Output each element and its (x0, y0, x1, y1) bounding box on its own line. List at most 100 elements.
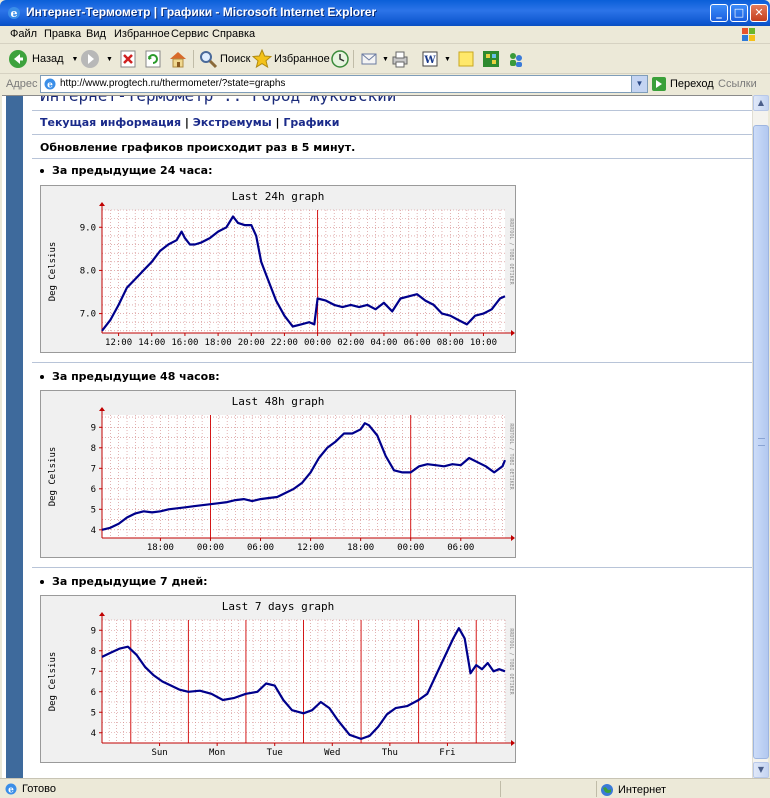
chart-24h-svg: 7.0 8.0 9.0 12:00 14:00 16:00 18:00 20:00 22:00 0… (40, 185, 516, 353)
y-tick-label: 4 (91, 526, 96, 536)
toolbar: Назад ▼ ▼ Поиск Избранное ▼ W ▼ (0, 44, 770, 74)
printer-icon (392, 51, 408, 68)
x-tick-label: 10:00 (470, 338, 497, 348)
back-button[interactable]: Назад ▼ (8, 49, 78, 69)
x-tick-label: 06:00 (404, 338, 431, 348)
x-tick-label: 02:00 (337, 338, 364, 348)
address-dropdown-icon[interactable]: ▼ (631, 76, 647, 92)
messenger-button[interactable] (506, 49, 526, 69)
scroll-down-button[interactable]: ▼ (753, 762, 769, 778)
section-heading-7d: За предыдущие 7 дней: (40, 575, 208, 588)
history-icon (331, 50, 349, 68)
history-button[interactable] (330, 49, 350, 69)
windows-logo-icon (742, 28, 755, 41)
x-tick-label: 04:00 (370, 338, 397, 348)
title-bar[interactable]: e Интернет-Термометр | Графики - Microso… (0, 0, 770, 26)
section-heading-48h: За предыдущие 48 часов: (40, 370, 220, 383)
messenger-icon (510, 53, 522, 67)
nav-link-graphs[interactable]: Графики (283, 116, 339, 129)
nav-link-extremes[interactable]: Экстремумы (193, 116, 272, 129)
x-tick-label: Sun (151, 748, 167, 758)
mail-dropdown-icon[interactable]: ▼ (382, 56, 389, 63)
divider (32, 110, 752, 111)
graph-7d: 4 5 6 7 8 9 Sun Mon Tue Wed Thu Fri Last 7 days grap… (40, 595, 516, 763)
go-button[interactable]: Переход (652, 76, 714, 92)
search-label: Поиск (220, 53, 251, 65)
menu-edit[interactable]: Правка (44, 28, 81, 40)
links-button[interactable]: Ссылки (718, 78, 757, 90)
refresh-button[interactable] (143, 49, 163, 69)
status-divider (500, 781, 501, 797)
bullet-icon (40, 580, 44, 584)
page-icon: e (44, 78, 56, 91)
menu-file[interactable]: Файл (10, 28, 37, 40)
page-icon: e (5, 783, 17, 796)
x-tick-label: 18:00 (147, 543, 174, 553)
y-tick-label: 9.0 (80, 223, 96, 233)
x-tick-label: Wed (324, 748, 340, 758)
menu-bar: Файл Правка Вид Избранное Сервис Справка (0, 26, 770, 44)
back-label: Назад (32, 53, 64, 65)
graph-24h: 7.0 8.0 9.0 12:00 14:00 16:00 18:00 20:00 22:00 0… (40, 185, 516, 353)
chart-title: Last 7 days graph (222, 600, 335, 613)
status-text: Готово (22, 783, 56, 795)
y-tick-label: 9 (91, 423, 96, 433)
y-axis-label: Deg Celsius (48, 447, 58, 507)
discuss-button[interactable] (456, 49, 476, 69)
close-button[interactable]: ✕ (750, 4, 768, 22)
nav-link-current[interactable]: Текущая информация (40, 116, 181, 129)
research-button[interactable] (481, 49, 501, 69)
bullet-icon (40, 375, 44, 379)
vertical-scrollbar[interactable]: ▲ ▼ (752, 95, 769, 778)
maximize-button[interactable]: □ (730, 4, 748, 22)
search-button[interactable]: Поиск (198, 49, 250, 69)
y-tick-label: 8 (91, 444, 96, 454)
security-zone[interactable]: Интернет (600, 783, 666, 797)
globe-icon (601, 784, 613, 796)
menu-tools[interactable]: Сервис (171, 28, 209, 40)
x-tick-label: Fri (439, 748, 455, 758)
menu-help[interactable]: Справка (212, 28, 255, 40)
bullet-icon (40, 169, 44, 173)
scroll-thumb[interactable] (753, 125, 769, 759)
stop-button[interactable] (118, 49, 138, 69)
edit-word-button[interactable]: W ▼ (420, 49, 451, 69)
window-title: Интернет-Термометр | Графики - Microsoft… (26, 5, 377, 19)
divider (32, 567, 752, 568)
minimize-button[interactable]: _ (710, 4, 728, 22)
address-label: Адрес (6, 78, 38, 90)
mail-button[interactable]: ▼ (360, 49, 389, 69)
rrdtool-credit: RRDTOOL / TOBI OETIKER (508, 423, 514, 490)
section-24h-label: За предыдущие 24 часа: (52, 164, 213, 177)
forward-dropdown-icon[interactable]: ▼ (106, 56, 113, 63)
scroll-up-button[interactable]: ▲ (753, 95, 769, 111)
x-tick-label: 00:00 (197, 543, 224, 553)
x-tick-label: 06:00 (247, 543, 274, 553)
x-tick-label: 16:00 (171, 338, 198, 348)
research-icon (483, 51, 499, 67)
rrdtool-credit: RRDTOOL / TOBI OETIKER (508, 218, 514, 285)
back-dropdown-icon[interactable]: ▼ (72, 56, 79, 63)
svg-text:e: e (8, 786, 14, 796)
x-tick-label: 18:00 (205, 338, 232, 348)
menu-favorites[interactable]: Избранное (114, 28, 170, 40)
y-axis-label: Deg Celsius (48, 652, 58, 712)
favorites-button[interactable]: Избранное (252, 49, 330, 69)
menu-view[interactable]: Вид (86, 28, 106, 40)
divider (32, 158, 752, 159)
go-label: Переход (670, 78, 714, 90)
nav-separator: | (181, 116, 193, 129)
x-tick-label: 08:00 (437, 338, 464, 348)
forward-button[interactable]: ▼ (80, 49, 113, 69)
chart-title: Last 24h graph (232, 190, 325, 203)
page-left-decoration (2, 96, 32, 778)
y-tick-label: 4 (91, 729, 96, 739)
y-tick-label: 5 (91, 505, 96, 515)
edit-dropdown-icon[interactable]: ▼ (444, 56, 451, 63)
y-tick-label: 9 (91, 626, 96, 636)
y-axis-label: Deg Celsius (48, 242, 58, 302)
address-input[interactable]: e http://www.progtech.ru/thermometer/?st… (40, 75, 648, 93)
home-button[interactable] (168, 49, 188, 69)
x-tick-label: 14:00 (138, 338, 165, 348)
print-button[interactable] (390, 49, 410, 69)
